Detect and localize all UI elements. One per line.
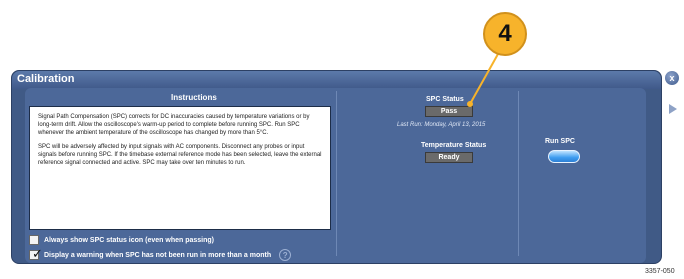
calibration-panel: Instructions Signal Path Compensation (S… — [25, 88, 646, 263]
always-show-status-label: Always show SPC status icon (even when p… — [44, 236, 214, 244]
triangle-left-icon[interactable] — [667, 90, 675, 100]
warning-checkbox-row[interactable]: ✓ Display a warning when SPC has not bee… — [29, 247, 292, 261]
checkmark-icon: ✓ — [32, 246, 43, 261]
figure-number: 3357-050 — [645, 268, 675, 275]
run-spc-label: Run SPC — [545, 138, 575, 145]
temperature-status-value: Ready — [425, 152, 473, 163]
section-divider — [336, 91, 337, 256]
instructions-paragraph: Signal Path Compensation (SPC) corrects … — [38, 114, 310, 136]
title-bar: Calibration — [12, 71, 661, 89]
warning-checkbox[interactable]: ✓ — [29, 247, 43, 260]
instructions-paragraph: SPC will be adversely affected by input … — [38, 144, 322, 166]
warning-label: Display a warning when SPC has not been … — [44, 251, 272, 259]
spc-status-value: Pass — [425, 106, 473, 117]
calibration-window: Calibration Instructions Signal Path Com… — [11, 70, 662, 264]
temperature-status-label: Temperature Status — [421, 142, 487, 149]
instructions-text-box: Signal Path Compensation (SPC) corrects … — [29, 106, 331, 230]
always-show-status-checkbox-row[interactable]: Always show SPC status icon (even when p… — [29, 235, 214, 245]
run-spc-button[interactable] — [548, 150, 580, 163]
last-run-text: Last Run: Monday, April 13, 2015 — [397, 122, 486, 128]
always-show-status-checkbox[interactable] — [29, 235, 39, 245]
instructions-heading: Instructions — [171, 93, 217, 102]
help-icon[interactable]: ? — [279, 249, 292, 261]
triangle-right-icon[interactable] — [669, 104, 677, 114]
callout-badge: 4 — [483, 12, 527, 56]
callout-number: 4 — [498, 20, 512, 47]
close-icon[interactable]: x — [665, 71, 679, 85]
section-divider — [518, 91, 519, 256]
spc-status-label: SPC Status — [426, 96, 464, 103]
window-title: Calibration — [17, 73, 75, 85]
